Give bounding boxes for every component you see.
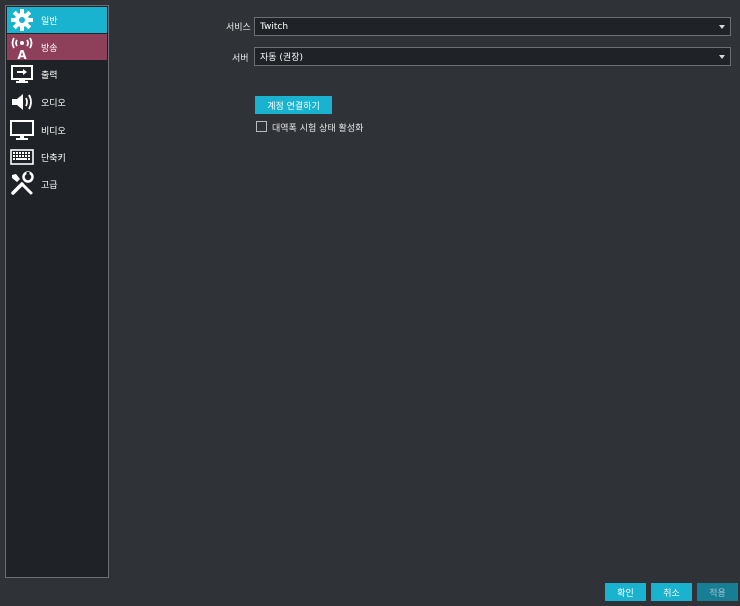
chevron-down-icon xyxy=(719,25,725,29)
cancel-button[interactable]: 취소 xyxy=(651,583,692,601)
bandwidth-test-checkbox[interactable] xyxy=(256,121,267,132)
sidebar-item-label: 오디오 xyxy=(41,98,66,109)
sidebar-item-label: 단축키 xyxy=(41,153,66,164)
apply-button[interactable]: 적용 xyxy=(697,583,738,601)
sidebar-item-label: 고급 xyxy=(41,180,58,191)
sidebar-item-label: 비디오 xyxy=(41,126,66,137)
sidebar-item-video[interactable]: 비디오 xyxy=(7,117,107,143)
ok-button[interactable]: 확인 xyxy=(605,583,646,601)
sidebar-item-label: 방송 xyxy=(41,43,58,54)
sidebar-item-general[interactable]: 일반 xyxy=(7,7,107,33)
service-select[interactable]: Twitch xyxy=(254,17,731,36)
speaker-icon xyxy=(9,89,35,115)
server-select[interactable]: 자동 (권장) xyxy=(254,47,731,66)
keyboard-icon xyxy=(9,144,35,170)
monitor-icon xyxy=(9,117,35,143)
server-value: 자동 (권장) xyxy=(260,53,304,63)
sidebar-item-output[interactable]: 출력 xyxy=(7,61,107,87)
settings-sidebar: 일반 A 방송 출력 오디오 비디오 단축키 고급 xyxy=(5,5,109,578)
broadcast-icon: A xyxy=(9,34,35,60)
sidebar-item-label: 출력 xyxy=(41,70,58,81)
service-label: 서비스 xyxy=(226,23,251,33)
server-label: 서버 xyxy=(232,54,249,64)
gear-icon xyxy=(9,7,35,33)
connect-account-button[interactable]: 계정 연결하기 xyxy=(255,96,332,114)
output-icon xyxy=(9,61,35,87)
service-value: Twitch xyxy=(260,21,289,32)
bandwidth-test-label: 대역폭 시험 상태 활성화 xyxy=(272,124,364,134)
svg-text:A: A xyxy=(17,48,27,60)
chevron-down-icon xyxy=(719,55,725,59)
tools-icon xyxy=(9,171,35,197)
sidebar-item-advanced[interactable]: 고급 xyxy=(7,171,107,197)
sidebar-item-hotkeys[interactable]: 단축키 xyxy=(7,144,107,170)
sidebar-item-stream[interactable]: A 방송 xyxy=(7,34,107,60)
sidebar-item-label: 일반 xyxy=(41,16,58,27)
sidebar-item-audio[interactable]: 오디오 xyxy=(7,89,107,115)
